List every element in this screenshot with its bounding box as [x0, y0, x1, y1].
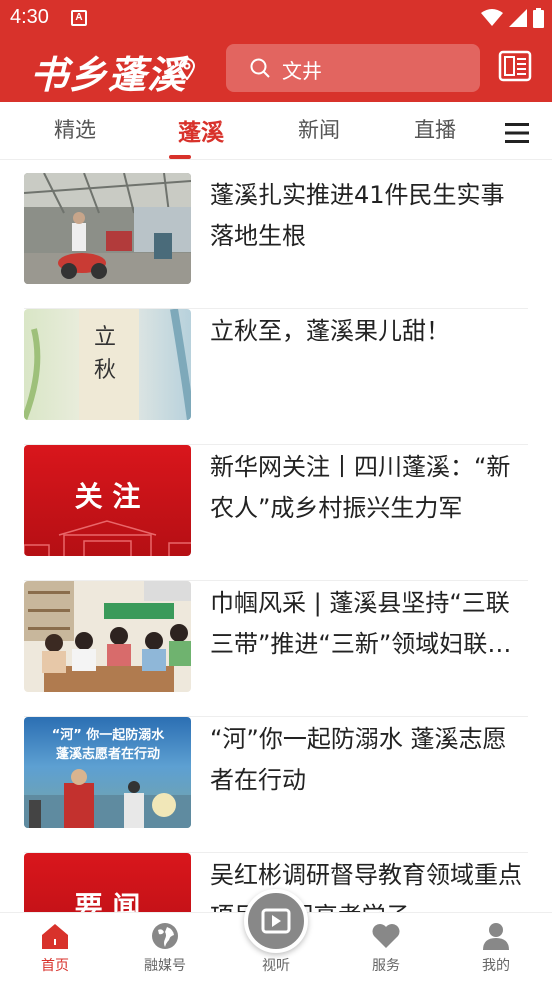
- news-thumbnail: [24, 173, 191, 284]
- news-item[interactable]: 关 注 新华网关注丨四川蓬溪：“新农人”成乡村振兴生力军: [24, 445, 528, 581]
- thumb-text-li: 立: [94, 325, 116, 350]
- app-logo: 书乡蓬溪: [30, 52, 187, 97]
- thumb-caption-2: 蓬溪志愿者在行动: [55, 747, 160, 762]
- user-icon: [483, 923, 509, 950]
- nav-label-service: 服务: [372, 958, 400, 974]
- thumb-text-qiu: 秋: [94, 358, 116, 383]
- status-icons: [481, 8, 544, 28]
- nav-profile[interactable]: 我的: [441, 913, 551, 981]
- tab-pengxi[interactable]: 蓬溪: [178, 113, 224, 147]
- news-item[interactable]: 巾帼风采 | 蓬溪县坚持“三联三带”推进“三新”领域妇联组…: [24, 581, 528, 717]
- status-time: 4:30: [10, 6, 49, 28]
- news-title: 巾帼风采 | 蓬溪县坚持“三联三带”推进“三新”领域妇联组…: [210, 589, 510, 658]
- search-bar[interactable]: 文井: [226, 44, 480, 92]
- nav-home[interactable]: 首页: [0, 913, 110, 981]
- menu-icon[interactable]: [505, 122, 529, 144]
- home-icon: [42, 924, 68, 949]
- tab-jingxuan[interactable]: 精选: [54, 114, 96, 144]
- thumb-caption-1: “河” 你一起防溺水: [51, 728, 165, 743]
- signal-icon: [509, 9, 527, 27]
- video-button[interactable]: [244, 889, 308, 953]
- news-item[interactable]: 蓬溪扎实推进41件民生实事落地生根: [24, 173, 528, 309]
- news-title: “河”你一起防溺水 蓬溪志愿者在行动: [210, 725, 507, 794]
- active-tab-indicator: [169, 155, 191, 159]
- news-thumbnail: 关 注: [24, 445, 191, 556]
- status-bar: 4:30 A: [0, 0, 552, 36]
- wifi-icon: [481, 9, 503, 26]
- nav-label-home: 首页: [41, 958, 69, 974]
- app-header: 4:30 A 书乡蓬溪 文井: [0, 0, 552, 102]
- category-tabs: 精选 蓬溪 新闻 直播: [0, 102, 552, 160]
- newspaper-icon[interactable]: [498, 50, 532, 82]
- globe-icon: [152, 923, 178, 949]
- nav-label-media: 融媒号: [144, 958, 186, 974]
- news-title: 立秋至，蓬溪果儿甜！: [210, 317, 450, 345]
- news-item[interactable]: “河” 你一起防溺水 蓬溪志愿者在行动 “河”你一起防溺水 蓬溪志愿者在行动: [24, 717, 528, 853]
- thumb-label: 关 注: [74, 480, 141, 513]
- news-thumbnail: [24, 581, 191, 692]
- video-icon: [261, 908, 291, 934]
- news-thumbnail: “河” 你一起防溺水 蓬溪志愿者在行动: [24, 717, 191, 828]
- nav-label-video: 视听: [262, 958, 290, 974]
- heart-icon: [372, 924, 400, 948]
- a-icon: A: [71, 10, 87, 26]
- news-title: 新华网关注丨四川蓬溪：“新农人”成乡村振兴生力军: [210, 453, 511, 522]
- news-thumbnail: 立 秋: [24, 309, 191, 420]
- search-placeholder: 文井: [282, 59, 322, 83]
- location-pin-icon[interactable]: [178, 58, 196, 80]
- nav-label-profile: 我的: [482, 958, 510, 974]
- news-item[interactable]: 立 秋 立秋至，蓬溪果儿甜！: [24, 309, 528, 445]
- news-title: 蓬溪扎实推进41件民生实事落地生根: [210, 181, 505, 250]
- nav-media[interactable]: 融媒号: [110, 913, 220, 981]
- search-icon: [250, 58, 270, 78]
- tab-zhibo[interactable]: 直播: [414, 114, 456, 144]
- battery-icon: [533, 8, 544, 28]
- bottom-nav: 首页 融媒号 视听 服务 我的: [0, 889, 552, 981]
- nav-service[interactable]: 服务: [331, 913, 441, 981]
- tab-xinwen[interactable]: 新闻: [298, 114, 340, 144]
